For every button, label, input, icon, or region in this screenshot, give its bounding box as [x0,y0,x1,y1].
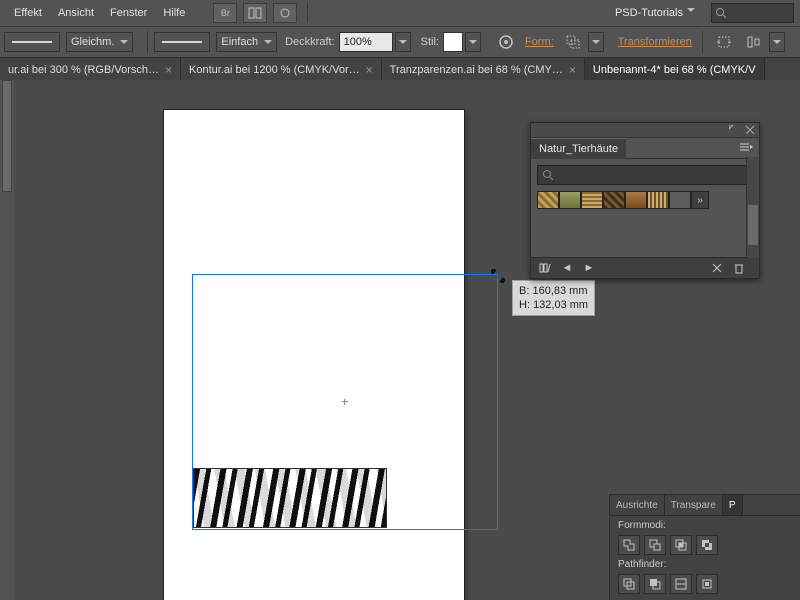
exclude-icon[interactable] [696,535,718,555]
swatch-item[interactable] [669,191,691,209]
trim-icon[interactable] [644,574,666,594]
workspace-switcher[interactable]: PSD-Tutorials [615,7,687,19]
trash-icon[interactable] [731,260,747,276]
close-icon[interactable]: × [165,64,172,76]
merge-icon[interactable] [670,574,692,594]
align-icon[interactable] [743,31,765,53]
swatch-item[interactable] [559,191,581,209]
tab-document[interactable]: ur.ai bei 300 % (RGB/Vorsch…× [0,58,181,82]
recolor-icon[interactable] [495,31,517,53]
dimensions-tooltip: B: 160,83 mm H: 132,03 mm [512,280,595,316]
canvas[interactable]: B: 160,83 mm H: 132,03 mm Natur_Tierhäut… [14,80,800,600]
pathfinder-label: Pathfinder: [618,559,792,570]
chevron-down-icon [773,40,781,44]
intersect-icon[interactable] [670,535,692,555]
opacity-dropdown[interactable] [395,32,411,52]
chevron-down-icon [264,40,272,44]
style-label: Stil: [421,36,439,48]
prev-icon[interactable]: ◄ [559,260,575,276]
close-icon[interactable]: × [366,64,373,76]
collapse-icon[interactable] [729,125,739,135]
tab-align[interactable]: Ausrichte [610,495,665,515]
swatches-panel: Natur_Tierhäute » ◄ [530,122,760,279]
search-icon [542,169,554,181]
brush-select[interactable]: Einfach [216,32,277,52]
toolbar-icon-sync[interactable] [273,3,297,23]
search-icon [715,7,727,19]
form-link[interactable]: Form: [525,36,554,48]
next-icon[interactable]: ► [581,260,597,276]
style-dropdown[interactable] [465,32,481,52]
minus-front-icon[interactable] [644,535,666,555]
tab-document[interactable]: Kontur.ai bei 1200 % (CMYK/Vor…× [181,58,382,82]
swatch-item[interactable] [625,191,647,209]
brush-preview[interactable] [154,32,210,52]
menu-effekt[interactable]: Effekt [6,3,50,23]
divide-icon[interactable] [618,574,640,594]
shape-mode-dropdown[interactable] [588,32,604,52]
panel-titlebar[interactable] [531,123,759,138]
chevron-down-icon [469,40,477,44]
options-bar: Gleichm. Einfach Deckkraft: 100% Stil: F… [0,27,800,58]
swatch-item[interactable] [581,191,603,209]
search-input[interactable] [711,3,794,23]
panel-footer: ◄ ► [531,257,759,278]
scrollbar-vertical[interactable] [0,80,15,600]
workspace: B: 160,83 mm H: 132,03 mm Natur_Tierhäut… [0,80,800,600]
tab-document[interactable]: Tranzparenzen.ai bei 68 % (CMY…× [382,58,585,82]
swatch-item[interactable] [647,191,669,209]
break-link-icon[interactable] [709,260,725,276]
selection-center-icon [342,399,348,405]
panel-search-input[interactable] [537,165,753,185]
close-icon[interactable] [745,125,755,135]
swatch-more-icon[interactable]: » [691,191,709,209]
chevron-down-icon [592,40,600,44]
menu-fenster[interactable]: Fenster [102,3,155,23]
scrollbar-thumb[interactable] [748,205,758,245]
swatch-item[interactable] [537,191,559,209]
toolbar-icon-arrange[interactable] [243,3,267,23]
tab-document[interactable]: Unbenannt-4* bei 68 % (CMYK/V [585,58,765,82]
stroke-preview[interactable] [4,32,60,52]
tab-transparency[interactable]: Transpare [665,495,723,515]
panel-tab-label[interactable]: Natur_Tierhäute [531,138,626,159]
panel-menu-icon[interactable] [739,142,753,155]
menubar: Effekt Ansicht Fenster Hilfe Br PSD-Tuto… [0,0,800,27]
chevron-down-icon [399,40,407,44]
menu-hilfe[interactable]: Hilfe [155,3,193,23]
align-dropdown[interactable] [769,32,785,52]
shape-mode-icon[interactable] [562,31,584,53]
toolbar-icon-br[interactable]: Br [213,3,237,23]
tab-pathfinder[interactable]: P [723,495,743,515]
swatch-row: » [537,191,753,209]
chevron-down-icon [687,8,697,18]
panel-tabs: Natur_Tierhäute [531,138,759,159]
isolate-icon[interactable] [713,31,735,53]
pattern-rectangle[interactable] [193,468,387,528]
pathfinder-panel: Ausrichte Transpare P Formmodi: Pathfind… [609,494,800,600]
opacity-label: Deckkraft: [285,36,335,48]
transform-link[interactable]: Transformieren [618,36,692,48]
dock-tabs: Ausrichte Transpare P [610,495,800,516]
opacity-input[interactable]: 100% [339,32,393,52]
artboard: B: 160,83 mm H: 132,03 mm [164,110,464,600]
scrollbar-thumb[interactable] [2,80,12,192]
resize-handle[interactable] [491,269,505,283]
close-icon[interactable]: × [569,64,576,76]
menu-ansicht[interactable]: Ansicht [50,3,102,23]
crop-icon[interactable] [696,574,718,594]
stroke-profile-select[interactable]: Gleichm. [66,32,133,52]
swatch-item[interactable] [603,191,625,209]
shape-modes-label: Formmodi: [618,520,792,531]
panel-scrollbar[interactable] [746,157,759,258]
chevron-down-icon [120,40,128,44]
library-icon[interactable] [537,260,553,276]
unite-icon[interactable] [618,535,640,555]
style-swatch[interactable] [443,32,463,52]
